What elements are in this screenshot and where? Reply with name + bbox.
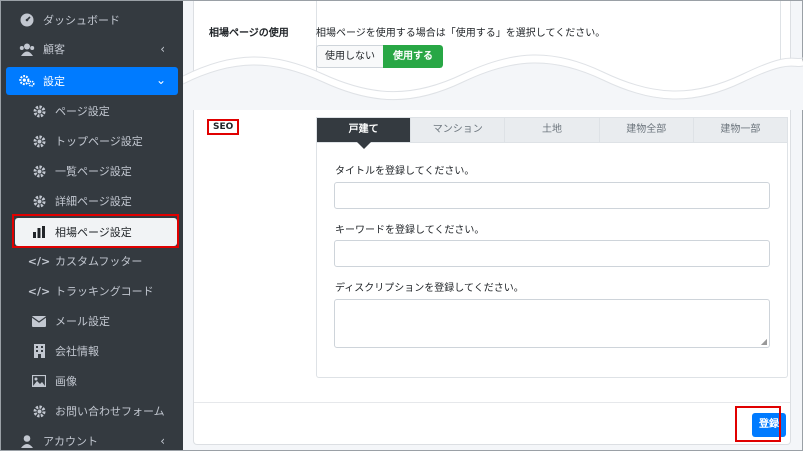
sidebar-item-account[interactable]: アカウント ‹ [1,427,183,451]
sidebar-item-customers[interactable]: 顧客 ‹ [1,35,183,63]
description-field-label: ディスクリプションを登録してください。 [335,283,524,294]
sidebar-item-label: メール設定 [55,315,110,328]
chevron-down-icon: ⌄ [155,73,166,87]
sidebar-item-contact-form[interactable]: お問い合わせフォーム [1,397,183,425]
code-icon: </> [27,254,51,268]
sidebar-item-settings[interactable]: 設定 ⌄ [6,67,178,95]
highlight-box [12,214,179,248]
sidebar-item-label: トラッキングコード [55,285,154,298]
gear-icon [31,163,47,179]
tab-whole-building[interactable]: 建物全部 [600,118,694,142]
sidebar-item-page-settings[interactable]: ページ設定 [1,97,183,125]
keywords-input[interactable] [334,240,770,267]
tab-condominium[interactable]: マンション [411,118,506,142]
title-field-label: タイトルを登録してください。 [335,166,475,177]
envelope-icon [31,313,47,329]
sidebar-item-label: 会社情報 [55,345,99,358]
usage-help-text: 相場ページを使用する場合は「使用する」を選択してください。 [316,28,606,39]
resize-handle-icon[interactable]: ◢ [761,337,767,346]
sidebar-item-label: お問い合わせフォーム [55,405,165,418]
seo-tabs: 戸建て マンション 土地 建物全部 建物一部 [316,117,788,149]
seo-tab-panel: タイトルを登録してください。 キーワードを登録してください。 ディスクリプション… [316,142,788,378]
sidebar-item-label: 設定 [43,75,65,88]
tachometer-icon [19,12,35,28]
gear-icon [31,403,47,419]
tab-detached-house[interactable]: 戸建て [317,118,412,149]
sidebar-item-label: 画像 [55,375,77,388]
seo-label: SEO [207,119,240,135]
code-icon: </> [27,284,51,298]
sidebar-item-label: ダッシュボード [43,14,120,27]
tab-land[interactable]: 土地 [505,118,600,142]
description-textarea[interactable]: ◢ [334,299,770,348]
users-icon [19,41,35,57]
sidebar-item-custom-footer[interactable]: </> カスタムフッター [1,247,183,275]
gear-icon [31,133,47,149]
sidebar-item-label: アカウント [43,435,98,448]
usage-label: 相場ページの使用 [209,28,289,39]
sidebar-item-detail-page-settings[interactable]: 詳細ページ設定 [1,187,183,215]
chevron-left-icon: ‹ [160,434,165,448]
chevron-left-icon: ‹ [160,42,165,56]
gear-icon [31,193,47,209]
user-icon [19,433,35,449]
cut-wave [183,54,803,110]
sidebar-item-list-page-settings[interactable]: 一覧ページ設定 [1,157,183,185]
sidebar-item-tracking-code[interactable]: </> トラッキングコード [1,277,183,305]
sidebar-item-company-info[interactable]: 会社情報 [1,337,183,365]
title-input[interactable] [334,182,770,209]
submit-highlight-box [735,406,781,442]
sidebar-item-label: カスタムフッター [55,255,143,268]
sidebar-item-label: 顧客 [43,43,65,56]
keywords-field-label: キーワードを登録してください。 [335,225,485,236]
sidebar-item-mail-settings[interactable]: メール設定 [1,307,183,335]
sidebar-item-top-page-settings[interactable]: トップページ設定 [1,127,183,155]
sidebar-item-dashboard[interactable]: ダッシュボード [1,6,183,34]
footer-divider [194,402,790,403]
cogs-icon [19,73,35,89]
tab-partial-building[interactable]: 建物一部 [694,118,787,142]
sidebar-item-label: 詳細ページ設定 [55,195,132,208]
gear-icon [31,103,47,119]
sidebar-item-label: トップページ設定 [55,135,143,148]
image-icon [31,373,47,389]
sidebar-item-label: ページ設定 [55,105,110,118]
sidebar-item-images[interactable]: 画像 [1,367,183,395]
sidebar-item-label: 一覧ページ設定 [55,165,132,178]
building-icon [31,343,47,359]
